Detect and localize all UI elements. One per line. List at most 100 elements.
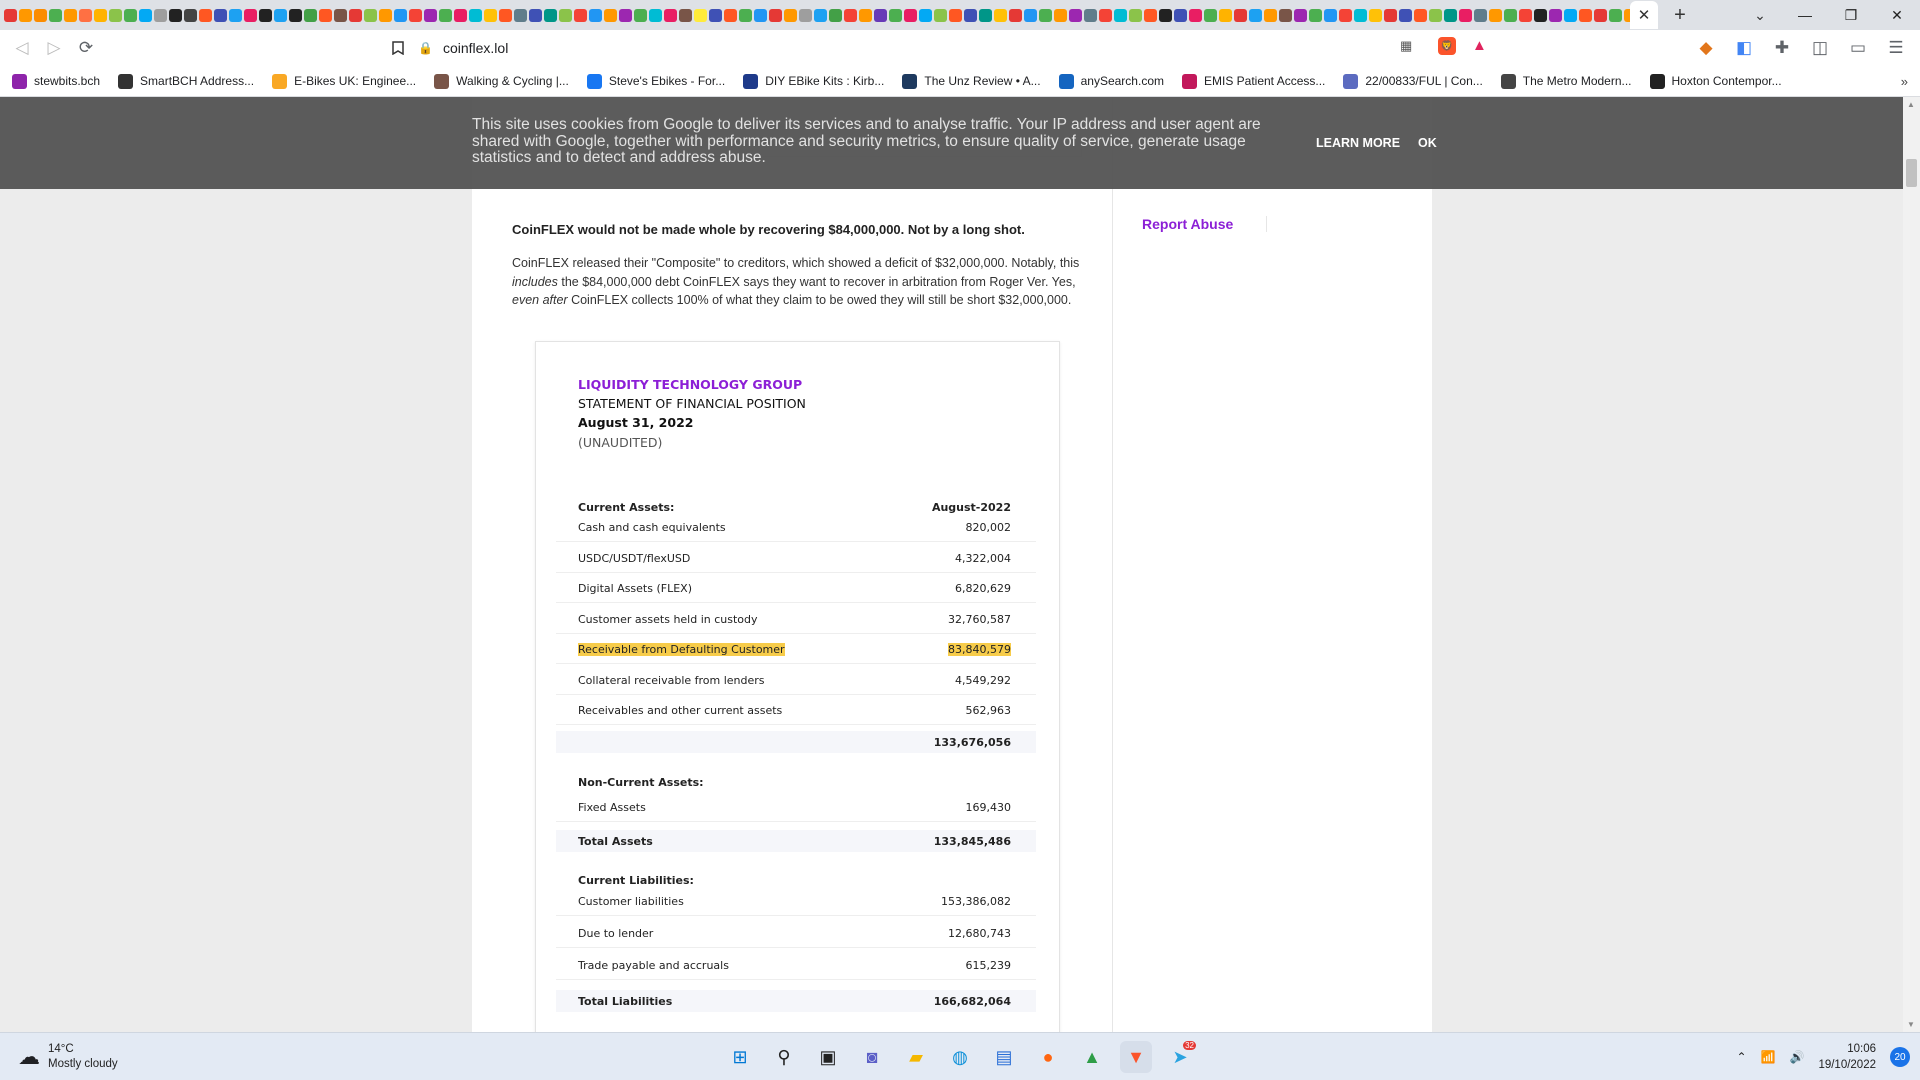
translate-icon[interactable]: ◧ <box>1728 32 1760 64</box>
restore-button[interactable]: ❐ <box>1828 0 1874 30</box>
edge-icon[interactable]: ◍ <box>944 1041 976 1073</box>
scrollbar-thumb[interactable] <box>1906 159 1917 187</box>
bookmark-item[interactable]: Hoxton Contempor... <box>1649 73 1782 89</box>
tab-favicon-icon[interactable] <box>334 8 347 22</box>
bookmark-item[interactable]: 22/00833/FUL | Con... <box>1343 73 1483 89</box>
active-tab[interactable]: ✕ <box>1630 1 1658 29</box>
reload-button[interactable]: ⟳ <box>70 32 102 64</box>
tab-favicon-icon[interactable] <box>1084 8 1097 22</box>
tab-favicon-icon[interactable] <box>484 8 497 22</box>
tab-favicon-icon[interactable] <box>1189 8 1202 22</box>
tab-favicon-icon[interactable] <box>1099 8 1112 22</box>
tab-favicon-icon[interactable] <box>1609 8 1622 22</box>
tab-favicon-icon[interactable] <box>1129 8 1142 22</box>
tab-favicon-icon[interactable] <box>109 8 122 22</box>
tab-favicon-icon[interactable] <box>574 8 587 22</box>
close-tab-icon[interactable]: ✕ <box>1638 6 1651 24</box>
brave-browser-icon[interactable]: ▼ <box>1120 1041 1152 1073</box>
tab-favicon-icon[interactable] <box>1459 8 1472 22</box>
tab-favicon-icon[interactable] <box>694 8 707 22</box>
tab-favicon-icon[interactable] <box>514 8 527 22</box>
tab-favicon-icon[interactable] <box>634 8 647 22</box>
tab-favicon-icon[interactable] <box>919 8 932 22</box>
tab-favicon-icon[interactable] <box>1564 8 1577 22</box>
tab-favicon-icon[interactable] <box>784 8 797 22</box>
tab-favicon-icon[interactable] <box>19 8 32 22</box>
tab-favicon-icon[interactable] <box>1294 8 1307 22</box>
url-text[interactable]: coinflex.lol <box>443 40 508 56</box>
scroll-up-icon[interactable]: ▲ <box>1907 100 1915 109</box>
tab-favicon-icon[interactable] <box>1474 8 1487 22</box>
sidebar-toggle-icon[interactable]: ◫ <box>1804 32 1836 64</box>
tab-favicon-icon[interactable] <box>1009 8 1022 22</box>
tab-favicon-icon[interactable] <box>169 8 182 22</box>
tab-favicon-icon[interactable] <box>589 8 602 22</box>
tab-favicon-icon[interactable] <box>1024 8 1037 22</box>
tab-favicon-icon[interactable] <box>439 8 452 22</box>
tab-favicon-icon[interactable] <box>124 8 137 22</box>
tab-favicon-icon[interactable] <box>1339 8 1352 22</box>
volume-icon[interactable]: 🔊 <box>1789 1050 1804 1064</box>
ok-button[interactable]: OK <box>1418 136 1437 150</box>
tab-favicon-icon[interactable] <box>1279 8 1292 22</box>
task-view-icon[interactable]: ▣ <box>812 1041 844 1073</box>
tab-favicon-icon[interactable] <box>1249 8 1262 22</box>
tab-favicon-icon[interactable] <box>1399 8 1412 22</box>
notifications-badge[interactable]: 20 <box>1890 1047 1910 1067</box>
tab-favicon-icon[interactable] <box>4 8 17 22</box>
brave-rewards-icon[interactable]: ▲ <box>1472 37 1487 54</box>
tab-favicon-icon[interactable] <box>1534 8 1547 22</box>
tab-favicon-icon[interactable] <box>1429 8 1442 22</box>
tab-favicon-icon[interactable] <box>229 8 242 22</box>
tab-favicon-icon[interactable] <box>259 8 272 22</box>
extensions-puzzle-icon[interactable]: ✚ <box>1766 32 1798 64</box>
tab-favicon-icon[interactable] <box>889 8 902 22</box>
tab-favicon-icon[interactable] <box>1159 8 1172 22</box>
tab-favicon-icon[interactable] <box>289 8 302 22</box>
tab-search-chevron-icon[interactable]: ⌄ <box>1745 0 1775 30</box>
clock[interactable]: 10:06 19/10/2022 <box>1818 1041 1876 1073</box>
tab-favicon-icon[interactable] <box>1219 8 1232 22</box>
tab-favicon-icon[interactable] <box>799 8 812 22</box>
page-scrollbar[interactable]: ▲ ▼ <box>1903 97 1920 1032</box>
tab-favicon-icon[interactable] <box>724 8 737 22</box>
address-bar[interactable]: 🔒 coinflex.lol <box>418 33 1488 63</box>
tab-favicon-icon[interactable] <box>1444 8 1457 22</box>
report-abuse-link[interactable]: Report Abuse <box>1142 216 1233 232</box>
tab-favicon-icon[interactable] <box>544 8 557 22</box>
store-icon[interactable]: ▤ <box>988 1041 1020 1073</box>
forward-button[interactable]: ▷ <box>38 32 70 64</box>
tab-favicon-icon[interactable] <box>319 8 332 22</box>
tab-favicon-icon[interactable] <box>1069 8 1082 22</box>
chat-icon[interactable]: ◙ <box>856 1041 888 1073</box>
tab-favicon-icon[interactable] <box>994 8 1007 22</box>
tray-overflow-icon[interactable]: ⌃ <box>1736 1050 1746 1064</box>
tab-favicon-icon[interactable] <box>94 8 107 22</box>
tab-favicon-icon[interactable] <box>979 8 992 22</box>
tab-favicon-icon[interactable] <box>409 8 422 22</box>
tab-favicon-icon[interactable] <box>649 8 662 22</box>
tab-favicon-icon[interactable] <box>1234 8 1247 22</box>
keepassxc-lock-icon[interactable]: ▲ <box>1076 1041 1108 1073</box>
tab-favicon-icon[interactable] <box>364 8 377 22</box>
tab-favicon-icon[interactable] <box>1369 8 1382 22</box>
bookmark-item[interactable]: Walking & Cycling |... <box>434 73 569 89</box>
tab-favicon-icon[interactable] <box>709 8 722 22</box>
tab-favicon-icon[interactable] <box>769 8 782 22</box>
tab-favicon-icon[interactable] <box>664 8 677 22</box>
brave-shields-icon[interactable]: 🦁 <box>1438 37 1456 55</box>
tab-favicon-icon[interactable] <box>904 8 917 22</box>
telegram-icon[interactable]: ➤ 32 <box>1164 1041 1196 1073</box>
menu-icon[interactable]: ☰ <box>1880 32 1912 64</box>
tab-favicon-icon[interactable] <box>814 8 827 22</box>
weather-widget[interactable]: ☁ 14°C Mostly cloudy <box>18 1042 118 1072</box>
close-window-button[interactable]: ✕ <box>1874 0 1920 30</box>
tab-favicon-icon[interactable] <box>349 8 362 22</box>
tab-favicon-icon[interactable] <box>1174 8 1187 22</box>
tab-favicon-icon[interactable] <box>469 8 482 22</box>
tab-favicon-icon[interactable] <box>679 8 692 22</box>
tab-favicon-icon[interactable] <box>1264 8 1277 22</box>
tab-favicon-icon[interactable] <box>934 8 947 22</box>
tab-favicon-icon[interactable] <box>139 8 152 22</box>
bookmark-item[interactable]: Steve's Ebikes - For... <box>586 73 725 89</box>
